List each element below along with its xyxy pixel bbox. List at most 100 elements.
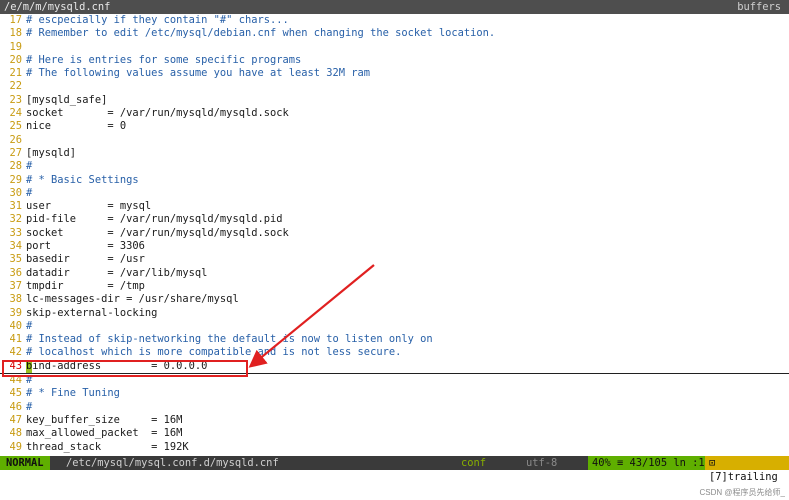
comment-text: # * Fine Tuning: [26, 387, 120, 400]
comment-text: # Instead of skip-networking the default…: [26, 333, 433, 346]
code-line[interactable]: 24 socket = /var/run/mysqld/mysqld.sock: [0, 107, 789, 120]
line-text: socket = /var/run/mysqld/mysqld.sock: [26, 107, 289, 120]
line-number: 49: [9, 440, 22, 453]
comment-text: #: [26, 400, 33, 413]
code-line[interactable]: 37 tmpdir = /tmp: [0, 280, 789, 293]
line-text: lc-messages-dir = /usr/share/mysql: [26, 293, 239, 306]
code-line[interactable]: 41 # Instead of skip-networking the defau…: [0, 333, 789, 346]
line-number: 45: [9, 387, 22, 400]
code-line[interactable]: 18 # Remember to edit /etc/mysql/debian.c…: [0, 27, 789, 40]
code-line[interactable]: 49 thread_stack = 192K: [0, 441, 789, 454]
line-text: [mysqld_safe]: [26, 93, 108, 106]
line-text: [mysqld]: [26, 146, 77, 159]
line-number: 48: [9, 427, 22, 440]
line-number: 32: [9, 213, 22, 226]
comment-text: #: [26, 160, 33, 173]
code-line[interactable]: 21 # The following values assume you have…: [0, 67, 789, 80]
code-line[interactable]: 17 # escpecially if they contain "#" char…: [0, 14, 789, 27]
line-number: 39: [9, 306, 22, 319]
line-number: 33: [9, 226, 22, 239]
comment-text: # escpecially if they contain "#" chars.…: [26, 14, 289, 26]
code-line[interactable]: 47 key_buffer_size = 16M: [0, 414, 789, 427]
line-text: nice = 0: [26, 120, 127, 133]
comment-text: #: [26, 186, 33, 199]
line-number: 22: [9, 80, 22, 93]
line-number: 47: [9, 413, 22, 426]
code-line[interactable]: 35 basedir = /usr: [0, 253, 789, 266]
code-line[interactable]: 38 lc-messages-dir = /usr/share/mysql: [0, 293, 789, 306]
code-line[interactable]: 42 # localhost which is more compatible a…: [0, 346, 789, 359]
line-number: 31: [9, 200, 22, 213]
line-number: 29: [9, 173, 22, 186]
line-number: 46: [9, 400, 22, 413]
code-line[interactable]: 44 #: [0, 374, 789, 387]
line-text: socket = /var/run/mysqld/mysqld.sock: [26, 226, 289, 239]
line-number: 25: [9, 120, 22, 133]
tabline: /e/m/m/mysqld.cnf buffers: [0, 0, 789, 14]
code-line[interactable]: 33 socket = /var/run/mysqld/mysqld.sock: [0, 227, 789, 240]
comment-text: # Remember to edit /etc/mysql/debian.cnf…: [26, 27, 496, 40]
line-text: pid-file = /var/run/mysqld/mysqld.pid: [26, 213, 283, 226]
code-line[interactable]: 46 #: [0, 401, 789, 414]
code-line[interactable]: 19: [0, 41, 789, 54]
line-number: 38: [9, 293, 22, 306]
code-line[interactable]: 31 user = mysql: [0, 200, 789, 213]
line-text: user = mysql: [26, 200, 152, 213]
line-text: datadir = /var/lib/mysql: [26, 266, 208, 279]
line-number: 23: [9, 93, 22, 106]
code-line[interactable]: 29 # * Basic Settings: [0, 174, 789, 187]
code-line[interactable]: 39 skip-external-locking: [0, 307, 789, 320]
code-line[interactable]: 48 max_allowed_packet = 16M: [0, 427, 789, 440]
comment-text: # localhost which is more compatible and…: [26, 346, 402, 359]
line-number: 20: [9, 53, 22, 66]
line-number: 41: [9, 333, 22, 346]
line-number: 36: [9, 266, 22, 279]
active-buffer-tab[interactable]: /e/m/m/mysqld.cnf: [0, 0, 119, 14]
code-line[interactable]: 34 port = 3306: [0, 240, 789, 253]
line-number: 40: [9, 319, 22, 332]
line-text: thread_stack = 192K: [26, 440, 189, 453]
line-text: port = 3306: [26, 240, 145, 253]
comment-text: #: [26, 319, 33, 332]
code-line[interactable]: 23 [mysqld_safe]: [0, 94, 789, 107]
line-number: 34: [9, 240, 22, 253]
line-text: skip-external-locking: [26, 306, 158, 319]
code-line[interactable]: 36 datadir = /var/lib/mysql: [0, 267, 789, 280]
line-number: 37: [9, 279, 22, 292]
comment-text: # The following values assume you have a…: [26, 67, 371, 80]
line-text: basedir = /usr: [26, 253, 145, 266]
cursor-line[interactable]: 43 bind-address = 0.0.0.0: [0, 359, 789, 375]
code-line[interactable]: 40 #: [0, 320, 789, 333]
code-line[interactable]: 45 # * Fine Tuning: [0, 387, 789, 400]
line-number: 19: [9, 40, 22, 53]
code-line[interactable]: 25 nice = 0: [0, 120, 789, 133]
line-text: key_buffer_size = 16M: [26, 413, 183, 426]
line-text: ind-address = 0.0.0.0: [32, 359, 208, 372]
code-line[interactable]: 26: [0, 134, 789, 147]
cursor-position: 40% ≡ 43/105 ln :1: [588, 456, 709, 470]
comment-text: # Here is entries for some specific prog…: [26, 53, 302, 66]
line-number: 27: [9, 146, 22, 159]
line-number: 26: [9, 133, 22, 146]
line-number: 42: [9, 346, 22, 359]
mode-indicator: NORMAL: [0, 456, 50, 470]
code-line[interactable]: 27 [mysqld]: [0, 147, 789, 160]
code-line[interactable]: 28 #: [0, 160, 789, 173]
editor-buffer[interactable]: 17 # escpecially if they contain "#" char…: [0, 14, 789, 454]
code-line[interactable]: 22: [0, 80, 789, 93]
comment-text: # * Basic Settings: [26, 173, 139, 186]
line-number: 44: [9, 374, 22, 387]
filetype-indicator: conf: [461, 457, 487, 469]
tab-separator-arrow: [112, 0, 120, 14]
code-line[interactable]: 30 #: [0, 187, 789, 200]
code-line[interactable]: 20 # Here is entries for some specific pr…: [0, 54, 789, 67]
encoding-indicator: utf-8: [526, 457, 558, 469]
statusline: NORMAL /etc/mysql/mysql.conf.d/mysqld.cn…: [0, 456, 789, 483]
trailing-whitespace-warning: ⊡ [7]trailing: [705, 456, 789, 483]
watermark: CSDN @程序员先给师_: [699, 488, 785, 497]
code-line[interactable]: 32 pid-file = /var/run/mysqld/mysqld.pid: [0, 213, 789, 226]
line-number: 21: [9, 67, 22, 80]
line-number: 17: [9, 14, 22, 26]
comment-text: #: [26, 374, 33, 387]
line-number: 28: [9, 160, 22, 173]
